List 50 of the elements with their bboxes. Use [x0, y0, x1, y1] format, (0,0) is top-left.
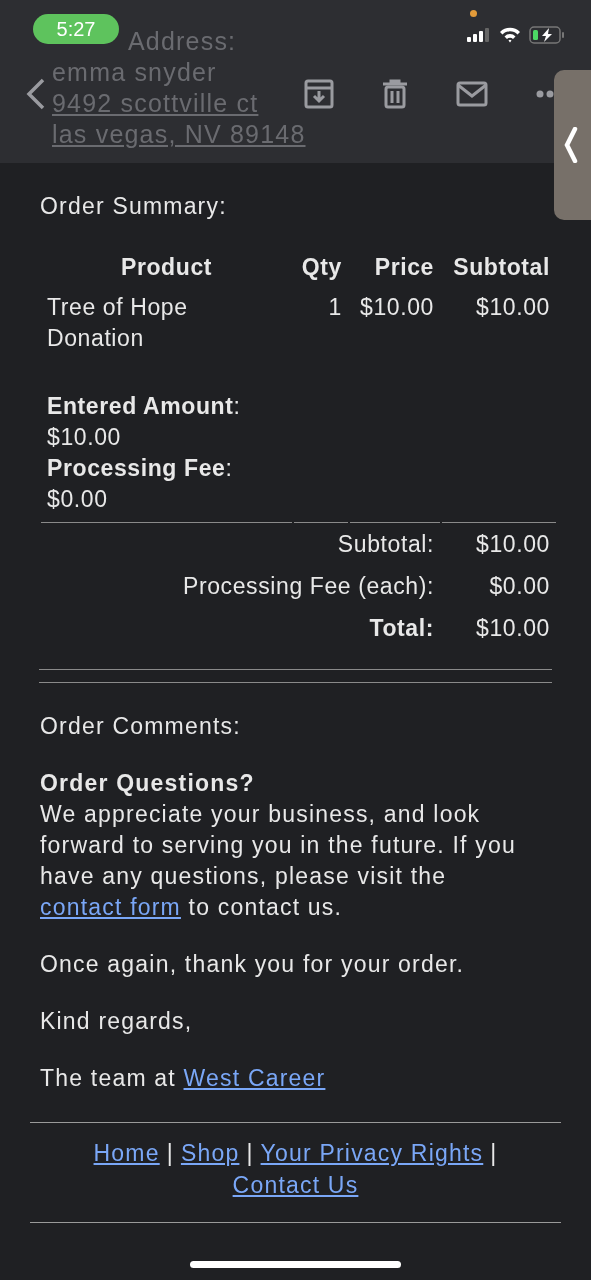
chevron-icon: [564, 127, 578, 163]
total-value: $10.00: [475, 530, 551, 559]
section-title: Order Summary:: [40, 192, 228, 221]
address-text: emma snyder: [52, 57, 217, 88]
separator-text: |: [490, 1139, 498, 1168]
table-cell-text: $10.00: [475, 293, 551, 322]
detail-value: $0.00: [47, 485, 109, 514]
separator-text: |: [166, 1139, 174, 1168]
detail-label: Entered Amount:: [47, 392, 242, 421]
address-text: 9492 scottville ct: [52, 88, 259, 119]
message-paragraph: Once again, thank you for your order.: [40, 950, 466, 979]
battery-icon: [529, 26, 565, 44]
company-link[interactable]: West Career: [183, 1065, 326, 1091]
column-header: Qty: [300, 253, 343, 282]
footer-link[interactable]: Shop: [180, 1137, 240, 1169]
address-text: Address:: [128, 26, 237, 57]
total-label: Subtotal:: [336, 530, 435, 559]
mail-icon[interactable]: [456, 80, 488, 107]
separator-text: |: [246, 1139, 254, 1168]
trash-icon[interactable]: [382, 78, 408, 109]
column-header: Price: [373, 253, 435, 282]
signal-icon: [467, 28, 491, 42]
mic-indicator-icon: [470, 10, 477, 17]
message-paragraph: Kind regards,: [40, 1007, 194, 1036]
footer-link[interactable]: Your Privacy Rights: [260, 1137, 484, 1169]
questions-heading: Order Questions?: [40, 769, 256, 798]
total-value: $0.00: [488, 572, 551, 601]
wifi-icon: [499, 27, 521, 43]
detail-label: Processing Fee:: [47, 454, 234, 483]
table-cell-text: Tree of Hope Donation: [46, 293, 189, 353]
column-header: Product: [119, 253, 214, 282]
more-icon[interactable]: [536, 89, 554, 98]
detail-value: $10.00: [47, 423, 122, 452]
total-label: Total:: [368, 614, 435, 643]
side-handle[interactable]: [554, 70, 591, 220]
time-pill: 5:27: [33, 14, 119, 44]
address-text: las vegas, NV 89148: [52, 119, 306, 150]
total-value: $10.00: [475, 614, 551, 643]
footer-link[interactable]: Home: [93, 1137, 160, 1169]
contact-form-link[interactable]: contact form: [40, 894, 181, 920]
back-icon[interactable]: [26, 77, 46, 110]
footer-link[interactable]: Contact Us: [232, 1169, 359, 1201]
table-cell-text: $10.00: [359, 293, 435, 322]
table-cell-text: 1: [327, 293, 343, 322]
questions-paragraph: We appreciate your business, and look forward to serving you in the future. If you have any questions, please visit the contact form to contact us.: [40, 801, 516, 920]
column-header: Subtotal: [452, 253, 551, 282]
total-label: Processing Fee (each):: [182, 572, 435, 601]
signoff-paragraph: The team at West Career: [40, 1064, 327, 1093]
section-title: Order Comments:: [40, 712, 242, 741]
archive-icon[interactable]: [304, 78, 334, 109]
